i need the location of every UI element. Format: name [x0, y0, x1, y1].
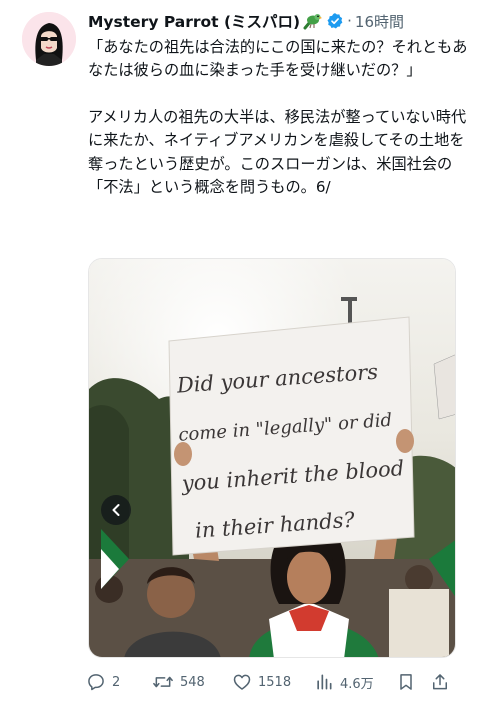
verified-badge-icon	[326, 12, 344, 30]
tweet-header: Mystery Parrot (ミスパロ) · 16時間	[88, 10, 472, 32]
chevron-left-icon	[112, 504, 120, 516]
like-button[interactable]: 1518	[232, 672, 314, 692]
bookmark-button[interactable]	[396, 672, 430, 692]
reply-count: 2	[112, 674, 121, 690]
bookmark-icon	[400, 674, 412, 690]
retweet-icon	[153, 676, 173, 688]
analytics-icon	[317, 674, 332, 690]
share-icon	[433, 674, 447, 690]
views-count: 4.6万	[340, 676, 374, 692]
header-separator: ·	[347, 12, 352, 30]
author-name[interactable]: Mystery Parrot (ミスパロ)	[88, 10, 300, 32]
tweet-text: 「あなたの祖先は合法的にこの国に来たの？それともあなたは彼らの血に染まった手を受…	[88, 36, 472, 199]
avatar[interactable]	[22, 12, 76, 66]
tweet-paragraph-commentary: アメリカ人の祖先の大半は、移民法が整っていない時代に来たか、ネイティブアメリカン…	[88, 107, 467, 197]
tweet-paragraph-quote: 「あなたの祖先は合法的にこの国に来たの？それともあなたは彼らの血に染まった手を受…	[88, 38, 468, 80]
tweet-timestamp[interactable]: 16時間	[355, 11, 404, 32]
heart-icon	[233, 674, 251, 690]
avatar-illustration	[22, 12, 76, 66]
carousel-prev-button[interactable]	[101, 495, 131, 525]
reply-button[interactable]: 2	[86, 672, 152, 692]
reply-icon	[88, 674, 104, 691]
protest-photo: Did your ancestors come in "legally" or …	[89, 259, 455, 657]
views-button[interactable]: 4.6万	[314, 672, 396, 692]
tweet-media-image[interactable]: Did your ancestors come in "legally" or …	[88, 258, 456, 658]
like-count: 1518	[258, 674, 292, 690]
retweet-button[interactable]: 548	[152, 672, 232, 692]
retweet-count: 548	[180, 674, 205, 690]
parrot-icon	[302, 12, 323, 30]
share-button[interactable]	[430, 672, 456, 692]
tweet-action-bar: 2 548 1518 4.6万	[86, 668, 466, 696]
